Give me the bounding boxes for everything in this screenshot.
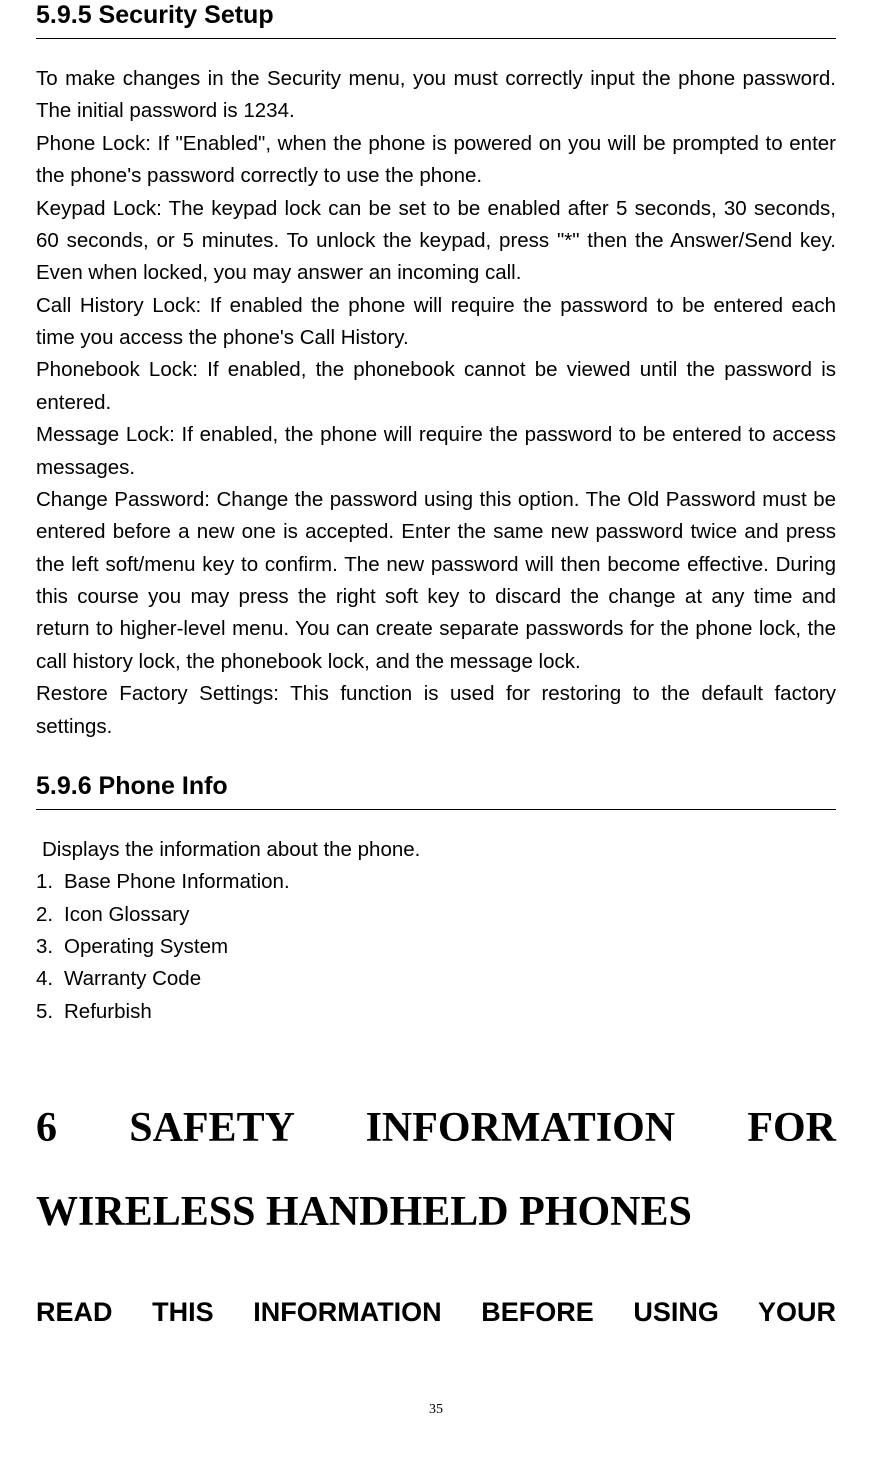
list-number: 5. — [36, 996, 64, 1028]
list-label: Base Phone Information. — [64, 866, 290, 898]
heading-rule-2 — [36, 809, 836, 810]
heading-security-setup: 5.9.5 Security Setup — [36, 0, 836, 38]
list-item: 2. Icon Glossary — [36, 899, 836, 931]
security-setup-body: To make changes in the Security menu, yo… — [36, 63, 836, 743]
list-item: 4. Warranty Code — [36, 963, 836, 995]
chapter-heading-line1: 6 SAFETY INFORMATION FOR — [36, 1105, 836, 1151]
chapter-heading: 6 SAFETY INFORMATION FOR WIRELESS HANDHE… — [36, 1086, 836, 1254]
list-label: Operating System — [64, 931, 228, 963]
list-label: Icon Glossary — [64, 899, 189, 931]
sub-heading: READ THIS INFORMATION BEFORE USING YOUR — [36, 1294, 836, 1332]
list-number: 1. — [36, 866, 64, 898]
list-number: 4. — [36, 963, 64, 995]
chapter-heading-line2: WIRELESS HANDHELD PHONES — [36, 1170, 836, 1254]
list-number: 3. — [36, 931, 64, 963]
list-item: 1. Base Phone Information. — [36, 866, 836, 898]
heading-phone-info: 5.9.6 Phone Info — [36, 771, 836, 809]
phone-info-intro: Displays the information about the phone… — [36, 834, 836, 866]
list-label: Warranty Code — [64, 963, 201, 995]
phone-info-list: 1. Base Phone Information. 2. Icon Gloss… — [36, 866, 836, 1028]
list-number: 2. — [36, 899, 64, 931]
list-label: Refurbish — [64, 996, 152, 1028]
list-item: 5. Refurbish — [36, 996, 836, 1028]
page-number: 35 — [36, 1402, 836, 1418]
list-item: 3. Operating System — [36, 931, 836, 963]
heading-rule — [36, 38, 836, 39]
